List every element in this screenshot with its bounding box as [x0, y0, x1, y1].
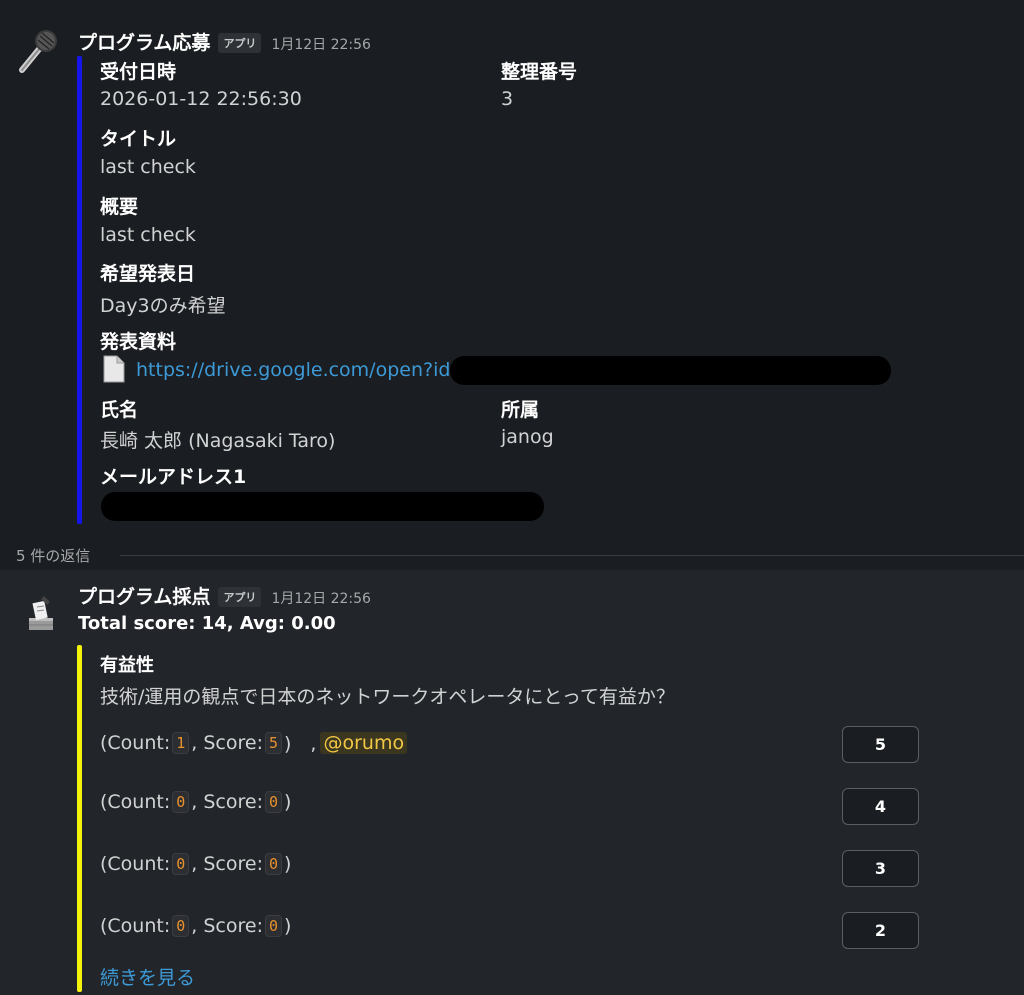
- title-label: タイトル: [100, 128, 177, 150]
- count-prefix: (Count:: [100, 791, 171, 813]
- score-row: (Count: 0 , Score: 0 ): [100, 791, 291, 813]
- app-badge: アプリ: [218, 587, 262, 607]
- count-value: 0: [172, 915, 190, 937]
- ballot-box-icon[interactable]: [14, 588, 62, 636]
- score-value: 0: [264, 791, 283, 813]
- vote-button-4[interactable]: 4: [842, 788, 919, 825]
- row-suffix: ): [284, 853, 292, 875]
- received-value: 2026-01-12 22:56:30: [100, 88, 302, 110]
- score-prefix: , Score:: [191, 731, 263, 754]
- number-value: 3: [501, 88, 514, 110]
- preferred-date-value: Day3のみ希望: [100, 295, 226, 317]
- number-label: 整理番号: [501, 61, 578, 83]
- score-value: 0: [264, 853, 283, 875]
- score-prefix: , Score:: [191, 791, 263, 813]
- preferred-date-label: 希望発表日: [100, 263, 196, 285]
- count-value: 0: [172, 791, 190, 813]
- attachment-accent-bar: [77, 645, 82, 992]
- vote-button-3[interactable]: 3: [842, 850, 919, 887]
- name-label: 氏名: [100, 399, 139, 421]
- name-value: 長崎 太郎 (Nagasaki Taro): [100, 430, 336, 452]
- score-prefix: , Score:: [191, 915, 263, 937]
- score-value: 0: [264, 915, 283, 937]
- question-text: 技術/運用の観点で日本のネットワークオペレータにとって有益か？: [100, 686, 675, 708]
- attachment-accent-bar: [77, 56, 82, 524]
- row-suffix: ) ,: [284, 733, 317, 755]
- redacted-email: [101, 492, 544, 521]
- score-row: (Count: 0 , Score: 0 ): [100, 853, 291, 875]
- file-icon: [103, 355, 125, 383]
- material-link[interactable]: https://drive.google.com/open?id=: [136, 359, 466, 381]
- score-summary: Total score: 14, Avg: 0.00: [78, 613, 336, 634]
- section-title: 有益性: [100, 655, 154, 676]
- vote-button-2[interactable]: 2: [842, 912, 919, 949]
- email-label: メールアドレス1: [100, 466, 247, 488]
- user-mention[interactable]: @orumo: [320, 731, 408, 754]
- affiliation-label: 所属: [501, 399, 540, 421]
- vote-button-5[interactable]: 5: [842, 726, 919, 763]
- score-value: 5: [264, 731, 283, 754]
- count-value: 0: [172, 853, 190, 875]
- title-value: last check: [100, 156, 196, 178]
- received-label: 受付日時: [100, 61, 177, 83]
- score-row: (Count: 1 , Score: 5 ) , @orumo: [100, 729, 408, 756]
- redacted-id: [450, 356, 891, 385]
- score-row: (Count: 0 , Score: 0 ): [100, 915, 291, 937]
- count-prefix: (Count:: [100, 915, 171, 937]
- count-prefix: (Count:: [100, 853, 171, 875]
- show-more-link[interactable]: 続きを見る: [100, 963, 195, 990]
- replies-count[interactable]: 5 件の返信: [16, 545, 90, 566]
- material-label: 発表資料: [100, 331, 177, 353]
- summary-label: 概要: [100, 196, 139, 218]
- summary-value: last check: [100, 224, 196, 246]
- timestamp[interactable]: 1月12日 22:56: [271, 34, 371, 54]
- message-header: プログラム採点 アプリ 1月12日 22:56: [78, 582, 371, 609]
- divider-line: [120, 555, 1024, 556]
- timestamp[interactable]: 1月12日 22:56: [271, 588, 371, 608]
- count-prefix: (Count:: [100, 731, 171, 754]
- sender-name[interactable]: プログラム応募: [78, 28, 210, 55]
- app-badge: アプリ: [218, 33, 262, 53]
- row-suffix: ): [284, 915, 292, 937]
- message-header: プログラム応募 アプリ 1月12日 22:56: [78, 28, 371, 55]
- score-prefix: , Score:: [191, 853, 263, 875]
- microphone-icon[interactable]: [14, 28, 62, 76]
- sender-name[interactable]: プログラム採点: [78, 582, 210, 609]
- row-suffix: ): [284, 791, 292, 813]
- affiliation-value: janog: [501, 426, 554, 448]
- count-value: 1: [172, 731, 190, 754]
